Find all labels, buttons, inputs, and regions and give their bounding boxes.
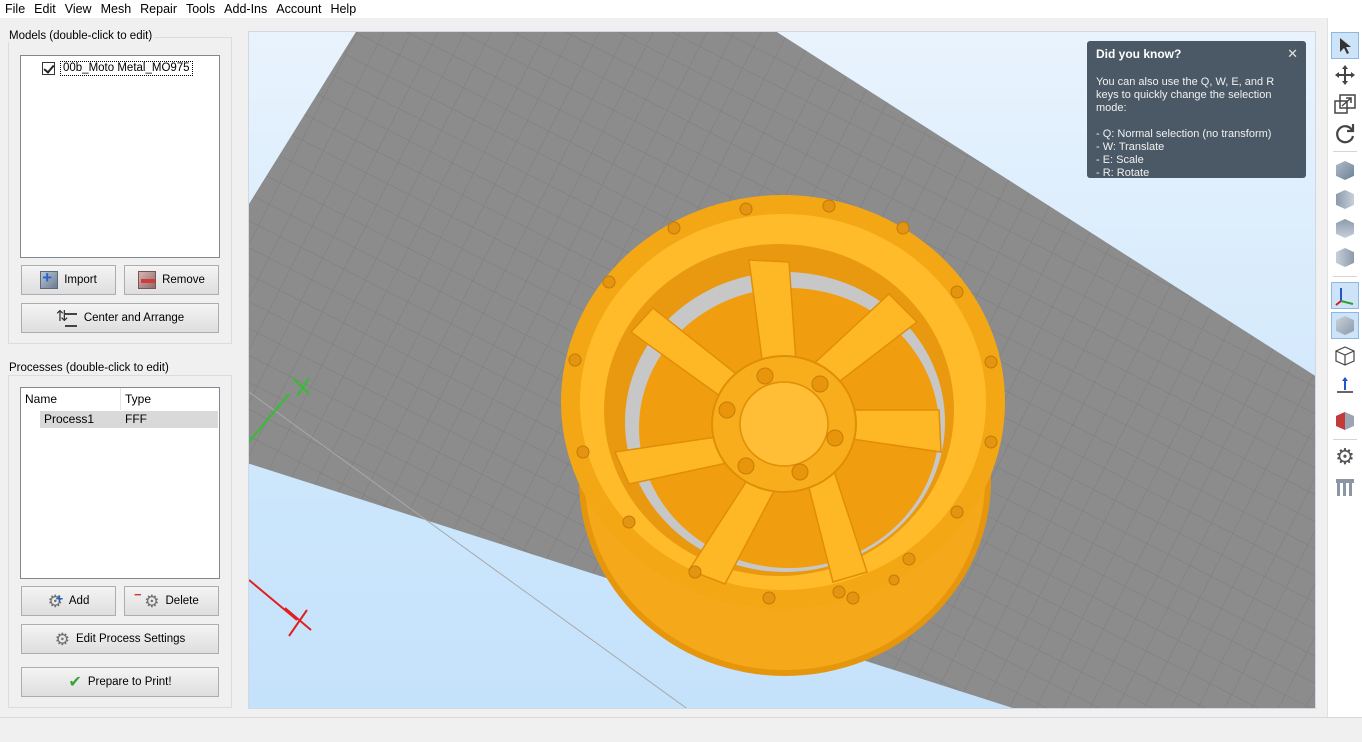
x-axis-label-icon <box>284 607 312 637</box>
model-list-item[interactable]: 00b_Moto Metal_MO975 <box>42 60 193 76</box>
remove-label: Remove <box>162 274 205 286</box>
section-icon[interactable] <box>1331 407 1359 434</box>
prepare-label: Prepare to Print! <box>87 676 172 688</box>
solid-view-icon[interactable] <box>1331 312 1359 339</box>
center-arrange-label: Center and Arrange <box>83 312 185 324</box>
close-icon[interactable]: ✕ <box>1287 46 1298 62</box>
edit-process-label: Edit Process Settings <box>75 633 186 645</box>
edit-process-settings-button[interactable]: ⚙ Edit Process Settings <box>21 624 219 654</box>
menu-bar: File Edit View Mesh Repair Tools Add-Ins… <box>0 0 1362 18</box>
move-icon[interactable] <box>1331 61 1359 88</box>
checklist-icon: ✔ <box>68 674 82 691</box>
menu-help[interactable]: Help <box>330 0 365 18</box>
rotate-icon[interactable] <box>1331 119 1359 146</box>
menu-mesh[interactable]: Mesh <box>101 0 141 18</box>
remove-button[interactable]: Remove <box>124 265 219 295</box>
simplify3d-window: File Edit View Mesh Repair Tools Add-Ins… <box>0 0 1362 742</box>
menu-tools[interactable]: Tools <box>186 0 224 18</box>
delete-label: Delete <box>165 595 199 607</box>
remove-icon <box>138 271 157 289</box>
menu-edit[interactable]: Edit <box>34 0 65 18</box>
models-list[interactable]: 00b_Moto Metal_MO975 <box>20 55 220 258</box>
tip-body: You can also use the Q, W, E, and R keys… <box>1096 76 1275 179</box>
prepare-to-print-button[interactable]: ✔ Prepare to Print! <box>21 667 219 697</box>
gear-delete-icon: ⚙ <box>144 593 159 610</box>
add-label: Add <box>68 595 90 607</box>
model-name[interactable]: 00b_Moto Metal_MO975 <box>60 60 193 76</box>
tip-title: Did you know? <box>1096 47 1182 61</box>
menu-add-ins[interactable]: Add-Ins <box>224 0 276 18</box>
gear-add-icon: ⚙ <box>48 592 64 610</box>
delete-process-button[interactable]: ⚙ Delete <box>124 586 219 616</box>
view-iso-icon[interactable] <box>1331 157 1359 184</box>
table-row[interactable]: Process1 FFF <box>21 411 218 428</box>
gear-icon: ⚙ <box>54 629 70 649</box>
status-bar <box>0 717 1362 742</box>
normal-arrow-icon[interactable] <box>1331 372 1359 399</box>
settings-gear-icon[interactable]: ⚙ <box>1331 443 1359 470</box>
menu-view[interactable]: View <box>65 0 101 18</box>
right-toolbar: ⚙ <box>1327 18 1362 718</box>
column-header-type[interactable]: Type <box>121 388 218 410</box>
model-visible-checkbox[interactable] <box>42 61 55 75</box>
select-arrow-icon[interactable] <box>1331 32 1359 59</box>
import-button[interactable]: Import <box>21 265 116 295</box>
import-label: Import <box>64 274 97 286</box>
arrange-icon <box>56 307 78 327</box>
column-header-name[interactable]: Name <box>21 388 121 410</box>
add-process-button[interactable]: ⚙ Add <box>21 586 116 616</box>
scale-icon[interactable] <box>1331 90 1359 117</box>
process-type: FFF <box>125 412 147 426</box>
x-axis-line <box>249 579 298 621</box>
menu-repair[interactable]: Repair <box>140 0 186 18</box>
import-icon <box>40 268 59 289</box>
view-side-icon[interactable] <box>1331 244 1359 271</box>
view-front-icon[interactable] <box>1331 186 1359 213</box>
wireframe-view-icon[interactable] <box>1331 342 1359 369</box>
models-group-title: Models (double-click to edit) <box>7 30 155 42</box>
processes-table-header: Name Type <box>21 388 218 410</box>
process-name-text: Process1 <box>40 411 121 428</box>
processes-table[interactable]: Name Type Process1 FFF <box>20 387 220 579</box>
menu-account[interactable]: Account <box>276 0 330 18</box>
menu-file[interactable]: File <box>5 0 34 18</box>
wheel-center-cap <box>739 381 829 467</box>
processes-group-title: Processes (double-click to edit) <box>7 362 171 374</box>
axes-icon[interactable] <box>1331 282 1359 309</box>
view-top-icon[interactable] <box>1331 215 1359 242</box>
did-you-know-popup: Did you know? ✕ You can also use the Q, … <box>1087 41 1306 179</box>
process-name: Process1 <box>21 411 121 428</box>
left-panel: Models (double-click to edit) 00b_Moto M… <box>0 18 247 742</box>
center-arrange-button[interactable]: Center and Arrange <box>21 303 219 333</box>
supports-icon[interactable] <box>1331 473 1359 500</box>
